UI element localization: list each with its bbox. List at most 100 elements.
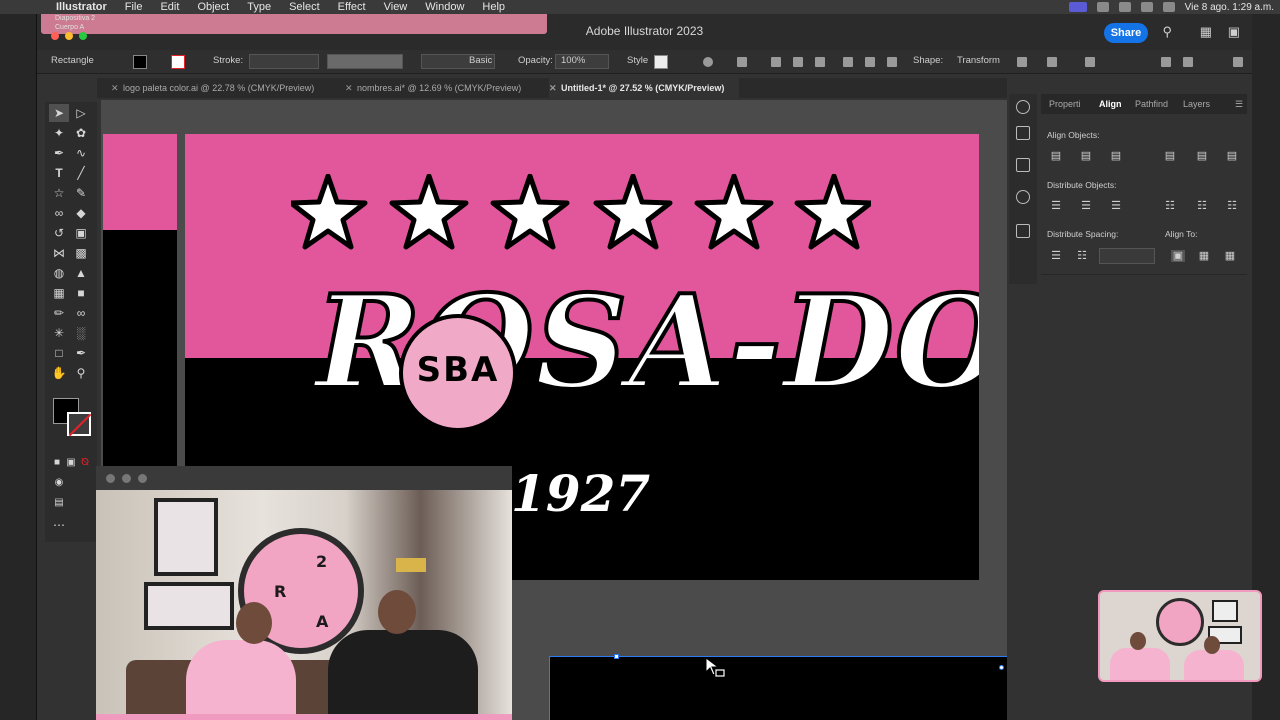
distribute-top-icon[interactable]: ☰ xyxy=(1049,200,1063,212)
close-tab-icon[interactable]: ✕ xyxy=(345,78,353,98)
close-tab-icon[interactable]: ✕ xyxy=(549,78,557,98)
free-transform-icon[interactable]: ▩ xyxy=(71,244,91,262)
tab-layers[interactable]: Layers xyxy=(1183,99,1210,109)
artboard-tool-icon[interactable]: □ xyxy=(49,344,69,362)
menu-object[interactable]: Object xyxy=(197,1,229,13)
menu-help[interactable]: Help xyxy=(482,1,505,13)
stroke-weight-field[interactable] xyxy=(249,54,319,69)
status-icon[interactable] xyxy=(1096,2,1109,12)
distribute-hcenter-icon[interactable]: ☷ xyxy=(1195,200,1209,212)
line-tool-icon[interactable]: ╱ xyxy=(71,164,91,182)
shape-label[interactable]: Shape: xyxy=(913,55,943,66)
variable-width-profile[interactable] xyxy=(327,54,403,69)
stroke-color-swatch[interactable] xyxy=(67,412,91,436)
shaper-tool-icon[interactable]: ∞ xyxy=(49,204,69,222)
pen-tool-icon[interactable]: ✒ xyxy=(49,144,69,162)
align-to-selection-icon[interactable]: ▣ xyxy=(1171,250,1185,262)
quick-actions-icon[interactable] xyxy=(1085,57,1095,67)
direct-selection-tool-icon[interactable]: ▷ xyxy=(71,104,91,122)
menu-window[interactable]: Window xyxy=(425,1,464,13)
align-middle-icon[interactable] xyxy=(865,57,875,67)
shape-builder-icon[interactable]: ◍ xyxy=(49,264,69,282)
align-hcenter-icon[interactable]: ▤ xyxy=(1079,150,1093,162)
hand-tool-icon[interactable]: ✋ xyxy=(49,364,69,382)
align-bottom-icon[interactable] xyxy=(887,57,897,67)
adjacent-artboard-black[interactable] xyxy=(103,230,177,470)
stroke-swatch[interactable] xyxy=(171,55,185,69)
mesh-tool-icon[interactable]: ▦ xyxy=(49,284,69,302)
type-tool-icon[interactable]: T xyxy=(49,164,69,182)
panel-menu-icon[interactable]: ☰ xyxy=(1235,99,1243,110)
zoom-tool-icon[interactable]: ⚲ xyxy=(71,364,91,382)
3d-materials-icon[interactable] xyxy=(1016,224,1030,238)
recolor-icon[interactable] xyxy=(703,57,713,67)
distribute-vcenter-icon[interactable]: ☰ xyxy=(1079,200,1093,212)
draw-mode-icon[interactable]: ◉ xyxy=(49,474,69,492)
opacity-value[interactable]: 100% xyxy=(561,55,585,66)
webcam-zoom-icon[interactable] xyxy=(138,474,147,483)
align-to-icon[interactable] xyxy=(737,57,747,67)
tab-pathfinder[interactable]: Pathfind xyxy=(1135,99,1168,109)
color-guide-icon[interactable] xyxy=(1016,100,1030,114)
menu-select[interactable]: Select xyxy=(289,1,320,13)
gradient-tool-icon[interactable]: ■ xyxy=(71,284,91,302)
align-to-artboard-icon[interactable]: ▦ xyxy=(1223,250,1237,262)
transform-label[interactable]: Transform xyxy=(957,55,1000,66)
tab-align[interactable]: Align xyxy=(1099,99,1122,109)
perspective-grid-icon[interactable]: ▲ xyxy=(71,264,91,282)
align-center-icon[interactable] xyxy=(793,57,803,67)
rotate-tool-icon[interactable]: ↺ xyxy=(49,224,69,242)
selected-rectangle[interactable] xyxy=(549,654,1007,720)
spacing-value-field[interactable] xyxy=(1099,248,1155,264)
workspace-switcher-icon[interactable]: ▦ xyxy=(1200,24,1212,40)
star-tool-icon[interactable]: ☆ xyxy=(49,184,69,202)
doc-tab[interactable]: ✕ logo paleta color.ai @ 22.78 % (CMYK/P… xyxy=(111,78,314,98)
selection-tool-icon[interactable]: ➤ xyxy=(49,104,69,122)
arrange-docs-icon[interactable]: ▣ xyxy=(1228,24,1240,40)
sba-badge-logo[interactable]: SBA xyxy=(399,314,517,432)
menu-effect[interactable]: Effect xyxy=(338,1,366,13)
none-mode-icon[interactable]: ⦰ xyxy=(75,454,95,472)
vertical-spacing-icon[interactable]: ☰ xyxy=(1049,250,1063,262)
swatches-icon[interactable] xyxy=(1016,158,1030,172)
webcam-minimize-icon[interactable] xyxy=(122,474,131,483)
panel-toggle-icon[interactable] xyxy=(1161,57,1171,67)
panel-toggle-icon[interactable] xyxy=(1183,57,1193,67)
status-icon[interactable] xyxy=(1118,2,1131,12)
blend-tool-icon[interactable]: ∞ xyxy=(71,304,91,322)
appearance-icon[interactable] xyxy=(1016,190,1030,204)
symbol-sprayer-icon[interactable]: ✳ xyxy=(49,324,69,342)
search-icon[interactable] xyxy=(1162,2,1175,12)
edit-toolbar-icon[interactable]: ⋯ xyxy=(49,516,69,534)
share-button[interactable]: Share xyxy=(1104,23,1148,43)
eyedropper-tool-icon[interactable]: ✏ xyxy=(49,304,69,322)
distribute-right-icon[interactable]: ☷ xyxy=(1225,200,1239,212)
curvature-tool-icon[interactable]: ∿ xyxy=(71,144,91,162)
screen-record-icon[interactable] xyxy=(1068,2,1087,12)
scale-tool-icon[interactable]: ▣ xyxy=(71,224,91,242)
distribute-left-icon[interactable]: ☷ xyxy=(1163,200,1177,212)
align-top-icon[interactable] xyxy=(843,57,853,67)
lasso-tool-icon[interactable]: ✿ xyxy=(71,124,91,142)
menu-file[interactable]: File xyxy=(125,1,143,13)
year-text[interactable]: 1927 xyxy=(511,464,650,523)
arrange-icon[interactable] xyxy=(1047,57,1057,67)
panel-menu-icon[interactable] xyxy=(1233,57,1243,67)
wifi-icon[interactable] xyxy=(1140,2,1153,12)
doc-tab-active[interactable]: ✕ Untitled-1* @ 27.52 % (CMYK/Preview) xyxy=(549,78,739,98)
width-tool-icon[interactable]: ⋈ xyxy=(49,244,69,262)
selection-handle[interactable] xyxy=(614,654,619,659)
distribute-bottom-icon[interactable]: ☰ xyxy=(1109,200,1123,212)
adjacent-artboard-pink[interactable] xyxy=(103,134,177,230)
search-icon[interactable]: ⚲ xyxy=(1162,24,1172,40)
screen-mode-icon[interactable]: ▤ xyxy=(49,494,69,512)
close-tab-icon[interactable]: ✕ xyxy=(111,78,119,98)
align-vcenter-icon[interactable]: ▤ xyxy=(1195,150,1209,162)
align-right-icon[interactable] xyxy=(815,57,825,67)
tab-properties[interactable]: Properti xyxy=(1049,99,1081,109)
align-right-icon[interactable]: ▤ xyxy=(1109,150,1123,162)
align-top-icon[interactable]: ▤ xyxy=(1163,150,1177,162)
paintbrush-tool-icon[interactable]: ✎ xyxy=(71,184,91,202)
corner-widget[interactable] xyxy=(999,665,1004,670)
webcam-close-icon[interactable] xyxy=(106,474,115,483)
